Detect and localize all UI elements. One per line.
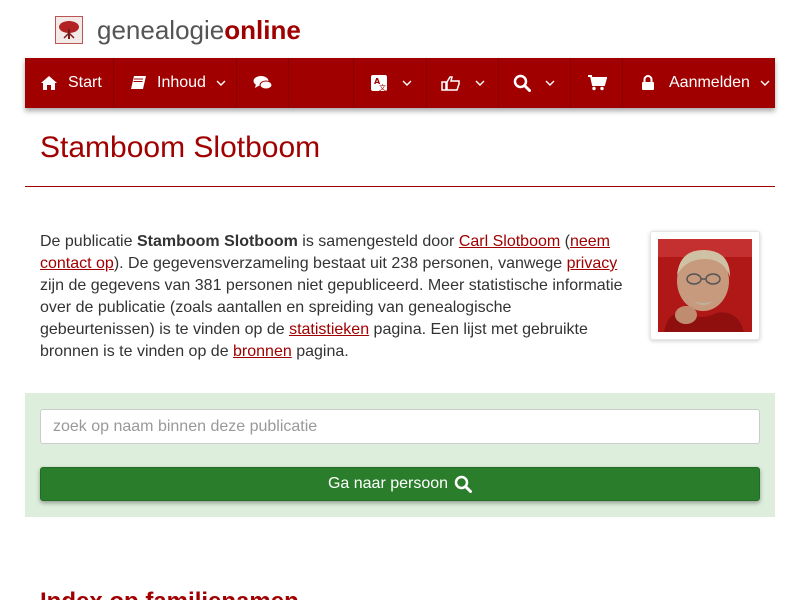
privacy-link[interactable]: privacy — [567, 255, 618, 272]
brand-name-plain: genealogie — [97, 15, 225, 45]
intro-text: is samengesteld door — [297, 233, 459, 250]
nav-search[interactable] — [499, 58, 571, 108]
language-icon: A文 — [370, 74, 388, 92]
nav-login-label: Aanmelden — [669, 74, 750, 91]
author-avatar[interactable] — [650, 231, 760, 340]
main-navbar: Start Inhoud A文 Aanmelden — [25, 58, 775, 108]
brand-name: genealogieonline — [97, 15, 301, 45]
book-icon — [130, 75, 147, 91]
chevron-down-icon — [545, 80, 555, 86]
publication-name: Stamboom Slotboom — [136, 233, 298, 250]
search-icon — [454, 475, 473, 493]
svg-text:文: 文 — [379, 83, 386, 92]
lock-icon — [641, 75, 655, 91]
thumbs-up-icon — [441, 75, 461, 91]
home-icon — [40, 75, 58, 91]
nav-start-label: Start — [68, 74, 102, 91]
title-divider — [25, 186, 775, 187]
nav-language[interactable]: A文 — [353, 58, 427, 108]
brand-name-strong: online — [224, 15, 301, 45]
sources-link[interactable]: bronnen — [233, 343, 292, 360]
chevron-down-icon — [760, 80, 770, 86]
site-logo[interactable]: genealogieonline — [55, 14, 301, 46]
nav-comments[interactable] — [237, 58, 289, 108]
tree-logo-icon — [55, 16, 83, 44]
intro-text: ( — [560, 233, 570, 250]
intro-text: ). De gegevensverzameling bestaat uit 23… — [113, 255, 567, 272]
search-icon — [513, 74, 531, 92]
chevron-down-icon — [216, 80, 226, 86]
nav-login[interactable]: Aanmelden — [623, 58, 775, 108]
nav-inhoud-label: Inhoud — [157, 74, 206, 91]
go-to-person-button[interactable]: Ga naar persoon — [40, 467, 760, 501]
comments-icon — [253, 75, 273, 91]
intro-text: pagina. — [291, 343, 349, 360]
statistics-link[interactable]: statistieken — [289, 321, 369, 338]
chevron-down-icon — [402, 80, 412, 86]
nav-start[interactable]: Start — [25, 58, 114, 108]
nav-like[interactable] — [427, 58, 499, 108]
intro-text: De publicatie — [40, 233, 137, 250]
page-title: Stamboom Slotboom — [40, 131, 321, 164]
chevron-down-icon — [475, 80, 485, 86]
person-search-input[interactable] — [40, 409, 760, 444]
surname-index-title: Index op familienamen — [40, 588, 299, 600]
person-search-panel: Ga naar persoon — [25, 393, 775, 517]
nav-shop[interactable] — [571, 58, 623, 108]
nav-inhoud[interactable]: Inhoud — [114, 58, 237, 108]
go-to-person-label: Ga naar persoon — [327, 475, 449, 492]
publication-intro: De publicatie Stamboom Slotboom is samen… — [40, 231, 630, 363]
author-photo — [658, 239, 752, 332]
shopping-cart-icon — [587, 75, 607, 91]
author-link[interactable]: Carl Slotboom — [459, 233, 560, 250]
